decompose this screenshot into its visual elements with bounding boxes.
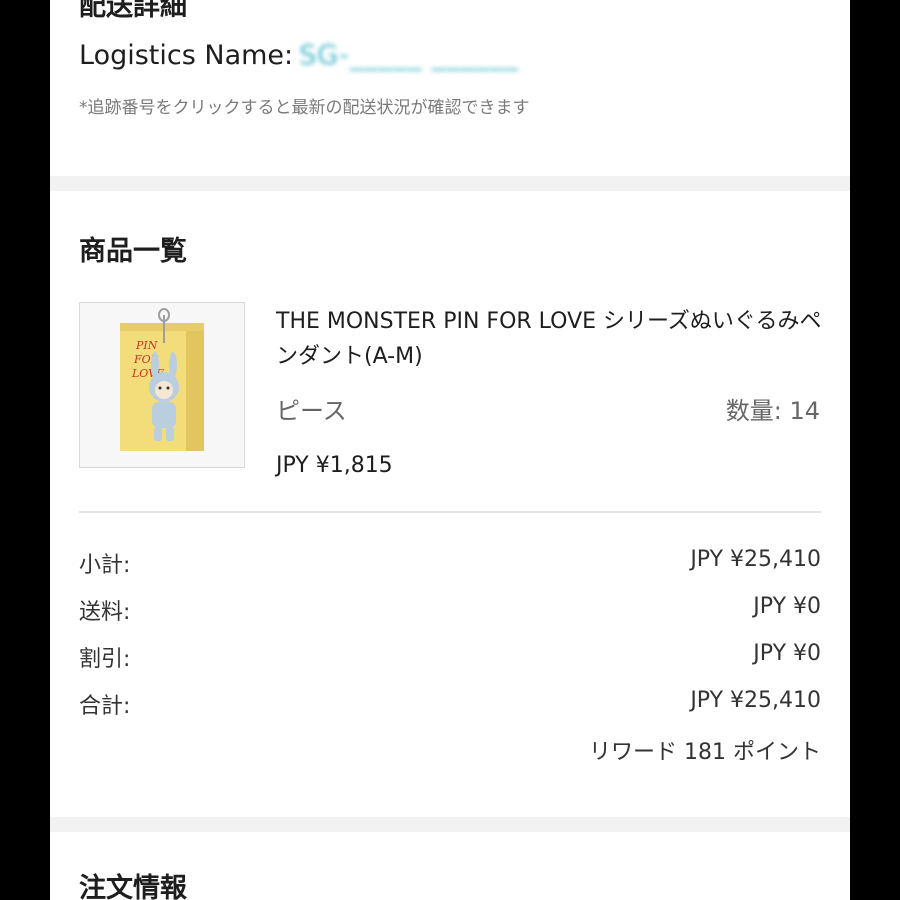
product-price: JPY ¥1,815 [276, 453, 393, 478]
divider [79, 511, 821, 513]
discount-label: 割引: [79, 647, 131, 672]
reward-points: リワード 181 ポイント [589, 740, 821, 765]
product-quantity: 数量: 14 [725, 397, 820, 425]
order-info-title: 注文情報 [79, 873, 187, 900]
screen: 配送詳細 Logistics Name: SG-_____ ______ *追跡番… [50, 0, 850, 900]
product-unit: ピース [276, 397, 347, 425]
discount-value: JPY ¥0 [753, 641, 821, 666]
tracking-number-link[interactable]: SG-_____ ______ [299, 40, 519, 71]
shipping-fee-value: JPY ¥0 [753, 594, 821, 619]
product-name[interactable]: THE MONSTER PIN FOR LOVE シリーズぬいぐるみペンダント(… [276, 304, 824, 374]
summary-row-shipping: 送料: JPY ¥0 [79, 594, 821, 626]
subtotal-value: JPY ¥25,410 [690, 547, 821, 572]
shipping-fee-label: 送料: [79, 600, 131, 625]
tracking-hint: *追跡番号をクリックすると最新の配送状況が確認できます [79, 98, 530, 118]
total-value: JPY ¥25,410 [690, 688, 821, 713]
summary-row-discount: 割引: JPY ¥0 [79, 641, 821, 673]
total-label: 合計: [79, 694, 131, 719]
logistics-row: Logistics Name: SG-_____ ______ [79, 40, 519, 71]
items-title: 商品一覧 [79, 236, 187, 267]
shipping-details-title: 配送詳細 [79, 0, 187, 22]
summary-row-subtotal: 小計: JPY ¥25,410 [79, 547, 821, 579]
product-image[interactable]: PIN FOR LOVE [79, 302, 245, 468]
product-box-illustration: PIN FOR LOVE [120, 308, 204, 451]
order-info-section: 注文情報 [50, 832, 850, 900]
subtotal-label: 小計: [79, 553, 131, 578]
shipping-details-section: 配送詳細 Logistics Name: SG-_____ ______ *追跡番… [50, 0, 850, 176]
summary-row-total: 合計: JPY ¥25,410 [79, 688, 821, 720]
box-text-line-1: PIN [135, 339, 158, 352]
items-section: 商品一覧 PIN FOR LOVE THE MONSTER PIN FOR LO… [50, 191, 850, 817]
logistics-label: Logistics Name: [79, 40, 294, 71]
